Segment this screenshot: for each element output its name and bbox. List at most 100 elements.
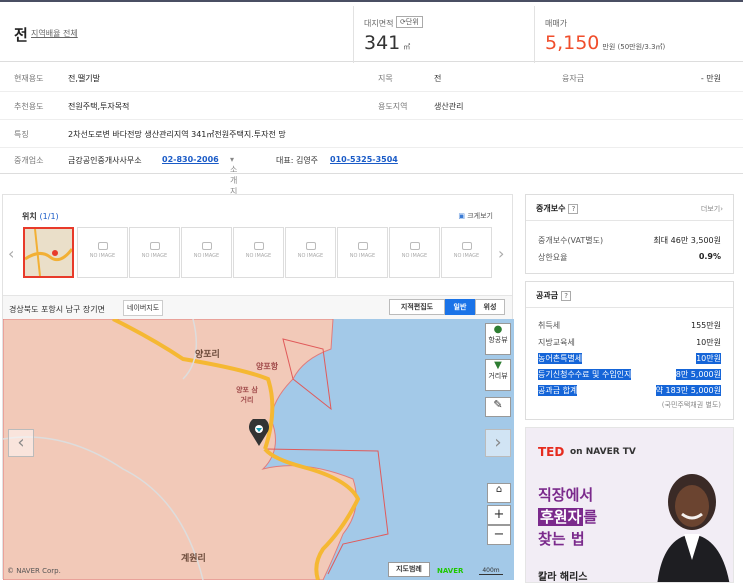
- agency-phone-link[interactable]: 02-830-2006: [162, 155, 219, 164]
- brokerage-fee-panel: 중개보수? 더보기› 중개보수(VAT별도) 최대 46만 3,500원 상한요율…: [525, 194, 734, 274]
- info-row-recommended: 추천용도 전원주택,투자목적 용도지역 생산관리: [0, 92, 743, 120]
- info-value: - 만원: [700, 74, 721, 83]
- tax-header: 공과금?: [526, 282, 733, 308]
- map-label-village: 양포리: [195, 350, 220, 360]
- info-row-features: 특징 2차선도로변 바다전망 생산관리지역 341㎡전원주택지.투자전 망: [0, 120, 743, 148]
- map-view[interactable]: 양포리 양포항 양포 삼거리 계원리 ● 항공뷰 ▼ 거리뷰 ✎ ‹ › ⌂ + −…: [3, 319, 514, 580]
- map-legend-button[interactable]: 지도범례: [388, 562, 430, 577]
- thumbnail-no-image[interactable]: NO IMAGE: [77, 227, 128, 278]
- thumbnail-no-image[interactable]: NO IMAGE: [181, 227, 232, 278]
- normal-map-button[interactable]: 일반: [445, 299, 475, 315]
- street-view-button[interactable]: ▼ 거리뷰: [485, 359, 511, 391]
- fee-value: 최대 46만 3,500원: [653, 236, 721, 245]
- map-prev-arrow[interactable]: ‹: [8, 429, 34, 457]
- help-icon[interactable]: ?: [568, 204, 579, 214]
- tax-value: 10만원: [696, 353, 721, 364]
- thumbnail-no-image[interactable]: NO IMAGE: [389, 227, 440, 278]
- summary-header: 전 지역배율 전체 대지면적 ⟳단위 341 ㎡ 매매가 5,150 만원 (50만…: [0, 4, 743, 63]
- map-scale: 400m: [479, 567, 503, 575]
- thumbnail-no-image[interactable]: NO IMAGE: [441, 227, 492, 278]
- measure-tool-button[interactable]: ✎: [485, 397, 511, 417]
- agency-name: 금강공인중개사사무소: [68, 156, 142, 165]
- tax-panel: 공과금? 취득세 155만원 지방교육세 10만원 농어촌특별세 10만원 등기…: [525, 281, 734, 420]
- info-value: 전: [434, 74, 442, 83]
- info-row-usage: 현재용도 전,땔기발 지목 전 융자금 - 만원: [0, 64, 743, 92]
- unit-label: 단위: [405, 18, 419, 26]
- camera-icon: [409, 242, 420, 250]
- thumbnail-no-image[interactable]: NO IMAGE: [337, 227, 388, 278]
- agency-mobile-link[interactable]: 010-5325-3504: [330, 155, 398, 164]
- zoom-in-button[interactable]: +: [487, 505, 511, 525]
- agency-intro-toggle[interactable]: 소개지 ▾: [230, 155, 237, 196]
- region-link[interactable]: 지역배율 전체: [31, 28, 78, 39]
- tax-total-value: 약 183만 5,000원: [655, 385, 721, 396]
- zoom-out-button[interactable]: −: [487, 525, 511, 545]
- aerial-view-button[interactable]: ● 항공뷰: [485, 323, 511, 355]
- area-label: 대지면적: [364, 19, 394, 28]
- unit-toggle-button[interactable]: ⟳단위: [396, 16, 423, 28]
- tax-title: 공과금: [536, 291, 559, 300]
- info-key: 융자금: [562, 74, 585, 83]
- location-panel: 위치 (1/1) ▣ 크게보기 ‹ › NO IMAGE NO IMAGE NO…: [2, 194, 514, 580]
- tax-note: (국민주택채권 별도): [661, 401, 721, 409]
- naver-map-link[interactable]: 네이버지도: [123, 300, 164, 316]
- price-label: 매매가: [545, 19, 568, 28]
- tax-value: 155만원: [691, 321, 721, 330]
- ted-ad-banner[interactable]: TED on NAVER TV 직장에서 후원자 를 찾는 법 칼라 해리스: [525, 427, 734, 583]
- enlarge-icon: ▣: [458, 212, 465, 220]
- agency-rep: 대표: 김영주: [276, 156, 319, 165]
- map-label-village-south: 계원리: [181, 554, 206, 564]
- satellite-map-button[interactable]: 위성: [475, 299, 505, 315]
- aerial-view-icon: ●: [493, 324, 503, 335]
- info-value: 전,땔기발: [68, 74, 100, 83]
- enlarge-link[interactable]: ▣ 크게보기: [458, 211, 493, 221]
- pan-mode-button[interactable]: ⌂: [487, 483, 511, 503]
- thumbnail-no-image[interactable]: NO IMAGE: [233, 227, 284, 278]
- price-cell: 매매가 5,150 만원 (50만원/3.3㎡): [534, 6, 743, 63]
- fee-label: 중개보수(VAT별도): [538, 236, 604, 245]
- info-key: 지목: [378, 74, 393, 83]
- rate-value: 0.9%: [698, 252, 721, 261]
- page-title: 전: [14, 26, 28, 44]
- thumbnail-no-image[interactable]: NO IMAGE: [285, 227, 336, 278]
- brokerage-header: 중개보수? 더보기›: [526, 195, 733, 221]
- thumbnail-no-image[interactable]: NO IMAGE: [129, 227, 180, 278]
- more-link[interactable]: 더보기›: [701, 204, 723, 214]
- camera-icon: [253, 242, 264, 250]
- tax-label: 농어촌특별세: [538, 353, 583, 364]
- map-copyright: © NAVER Corp.: [7, 567, 61, 575]
- area-value: 341 ㎡: [364, 32, 411, 54]
- info-value: 생산관리: [434, 102, 464, 111]
- camera-icon: [97, 242, 108, 250]
- ted-logo: TED: [538, 445, 565, 459]
- brokerage-title: 중개보수: [536, 204, 566, 213]
- thumb-prev-arrow[interactable]: ‹: [8, 244, 14, 263]
- camera-icon: [357, 242, 368, 250]
- ad-copy: 직장에서 후원자 를 찾는 법: [538, 484, 597, 550]
- tax-label: 취득세: [538, 321, 561, 330]
- tax-value: 10만원: [696, 338, 721, 347]
- map-next-arrow[interactable]: ›: [485, 429, 511, 457]
- help-icon[interactable]: ?: [561, 291, 572, 301]
- mouse-icon: ⌂: [495, 484, 503, 495]
- speaker-photo: [657, 474, 730, 582]
- land-area-cell: 대지면적 ⟳단위 341 ㎡: [353, 6, 534, 63]
- info-row-agency: 중개업소 금강공인중개사사무소 02-830-2006 소개지 ▾ 대표: 김영…: [0, 146, 743, 196]
- location-pin-icon[interactable]: [248, 419, 270, 447]
- map-label-harbor: 양포항: [256, 362, 279, 371]
- camera-icon: [201, 242, 212, 250]
- info-key: 용도지역: [378, 102, 408, 111]
- thumb-next-arrow[interactable]: ›: [498, 244, 504, 263]
- ad-line: 찾는 법: [538, 530, 585, 548]
- thumbnail-map[interactable]: [23, 227, 74, 278]
- cadastral-map-button[interactable]: 지적편집도: [389, 299, 445, 315]
- street-view-icon: ▼: [494, 360, 502, 371]
- naver-logo: NAVER: [437, 567, 464, 575]
- info-key: 중개업소: [14, 156, 44, 165]
- location-title: 위치 (1/1): [22, 212, 59, 221]
- info-key: 특징: [14, 130, 29, 139]
- tax-label: 지방교육세: [538, 338, 575, 347]
- naver-tv-logo: on NAVER TV: [570, 447, 636, 457]
- property-summary: 전 지역배율 전체 대지면적 ⟳단위 341 ㎡ 매매가 5,150 만원 (50만…: [0, 0, 743, 196]
- map-terrain: [3, 319, 389, 580]
